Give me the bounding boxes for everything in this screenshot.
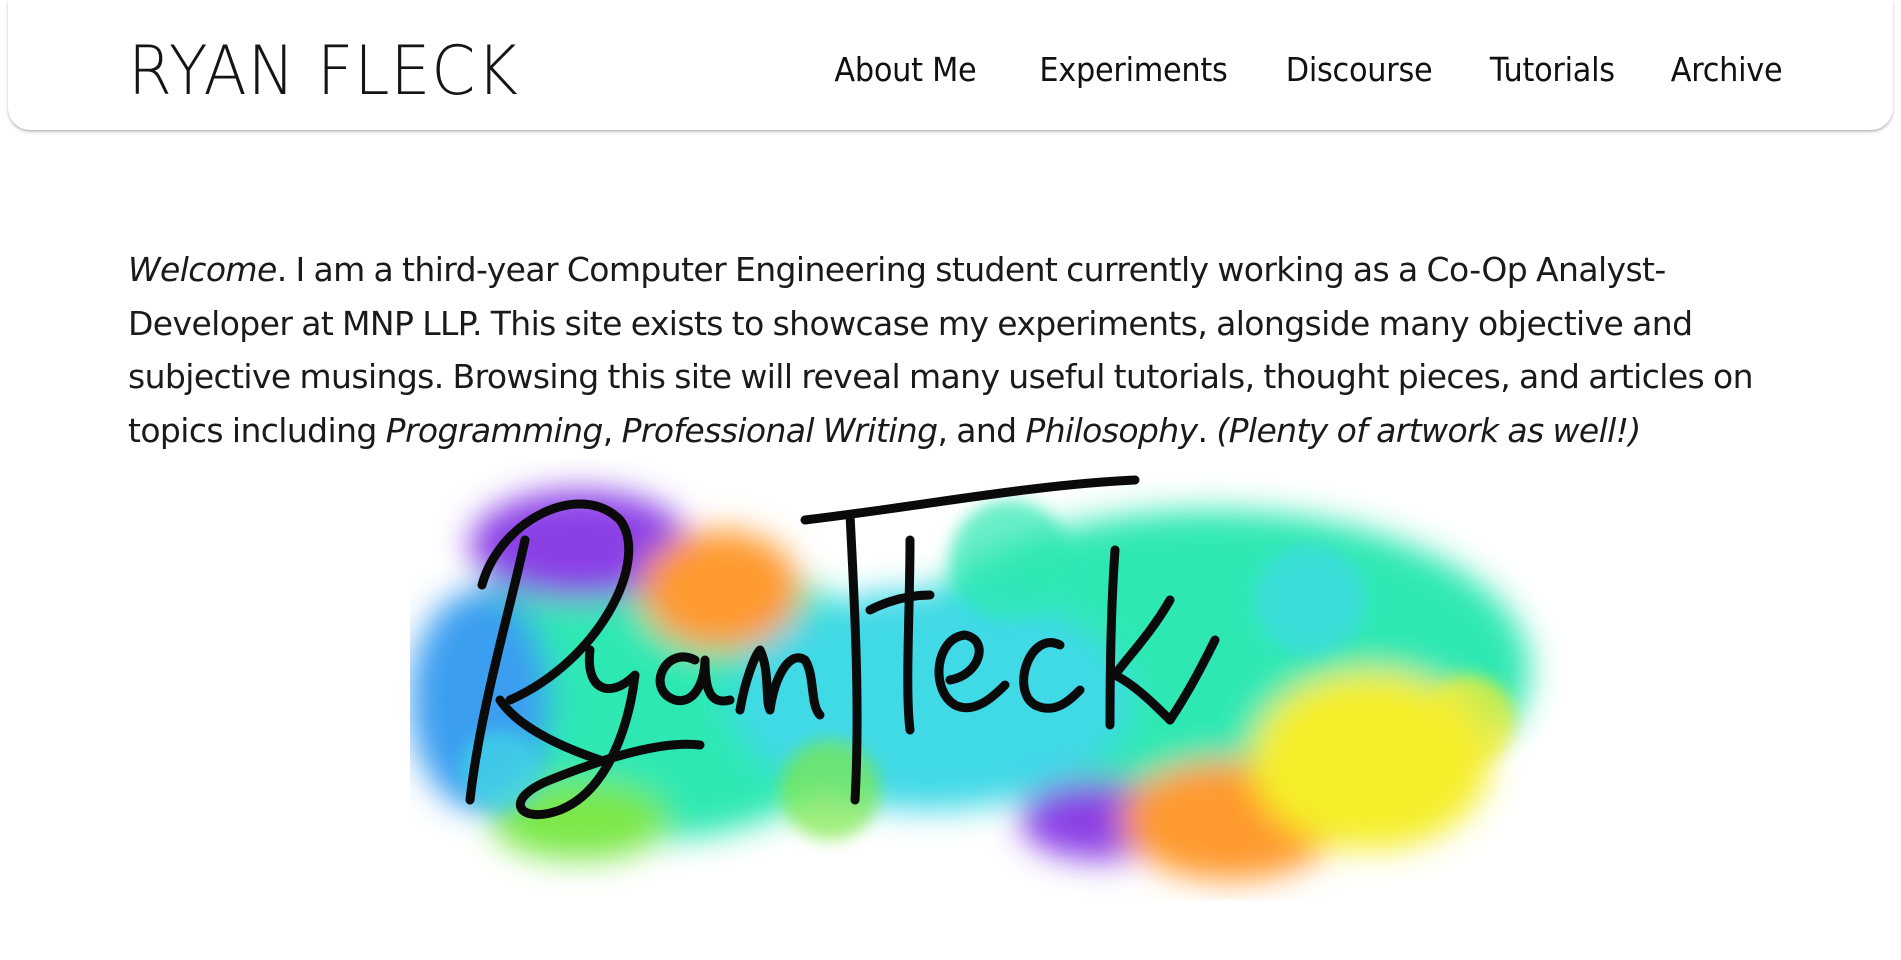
intro-topic-programming: Programming [385, 410, 604, 450]
intro-sep: , and [937, 410, 1026, 450]
splash-orange-top [640, 530, 800, 650]
signature-artwork [410, 460, 1600, 900]
intro-paragraph: Welcome. I am a third-year Computer Engi… [128, 243, 1818, 457]
signature-logo-svg [410, 475, 1530, 880]
main-nav: About Me Experiments Discourse Tutorials… [822, 47, 1783, 93]
site-title-link[interactable]: RYAN FLECK [128, 32, 519, 112]
nav-experiments-link[interactable]: Experiments [1039, 47, 1227, 93]
intro-sep: . [1197, 410, 1217, 450]
intro-aside: (Plenty of artwork as well!) [1216, 410, 1641, 450]
nav-tutorials-link[interactable]: Tutorials [1490, 47, 1615, 93]
nav-about-me-link[interactable]: About Me [835, 47, 977, 93]
nav-discourse-link[interactable]: Discourse [1286, 47, 1433, 93]
intro-welcome: Welcome [128, 250, 277, 289]
site-header: RYAN FLECK About Me Experiments Discours… [8, 0, 1893, 130]
nav-archive-link[interactable]: Archive [1670, 47, 1782, 93]
intro-sep: , [602, 410, 622, 450]
intro-topic-philosophy: Philosophy [1025, 410, 1198, 450]
intro-topic-professional-writing: Professional Writing [621, 410, 938, 450]
